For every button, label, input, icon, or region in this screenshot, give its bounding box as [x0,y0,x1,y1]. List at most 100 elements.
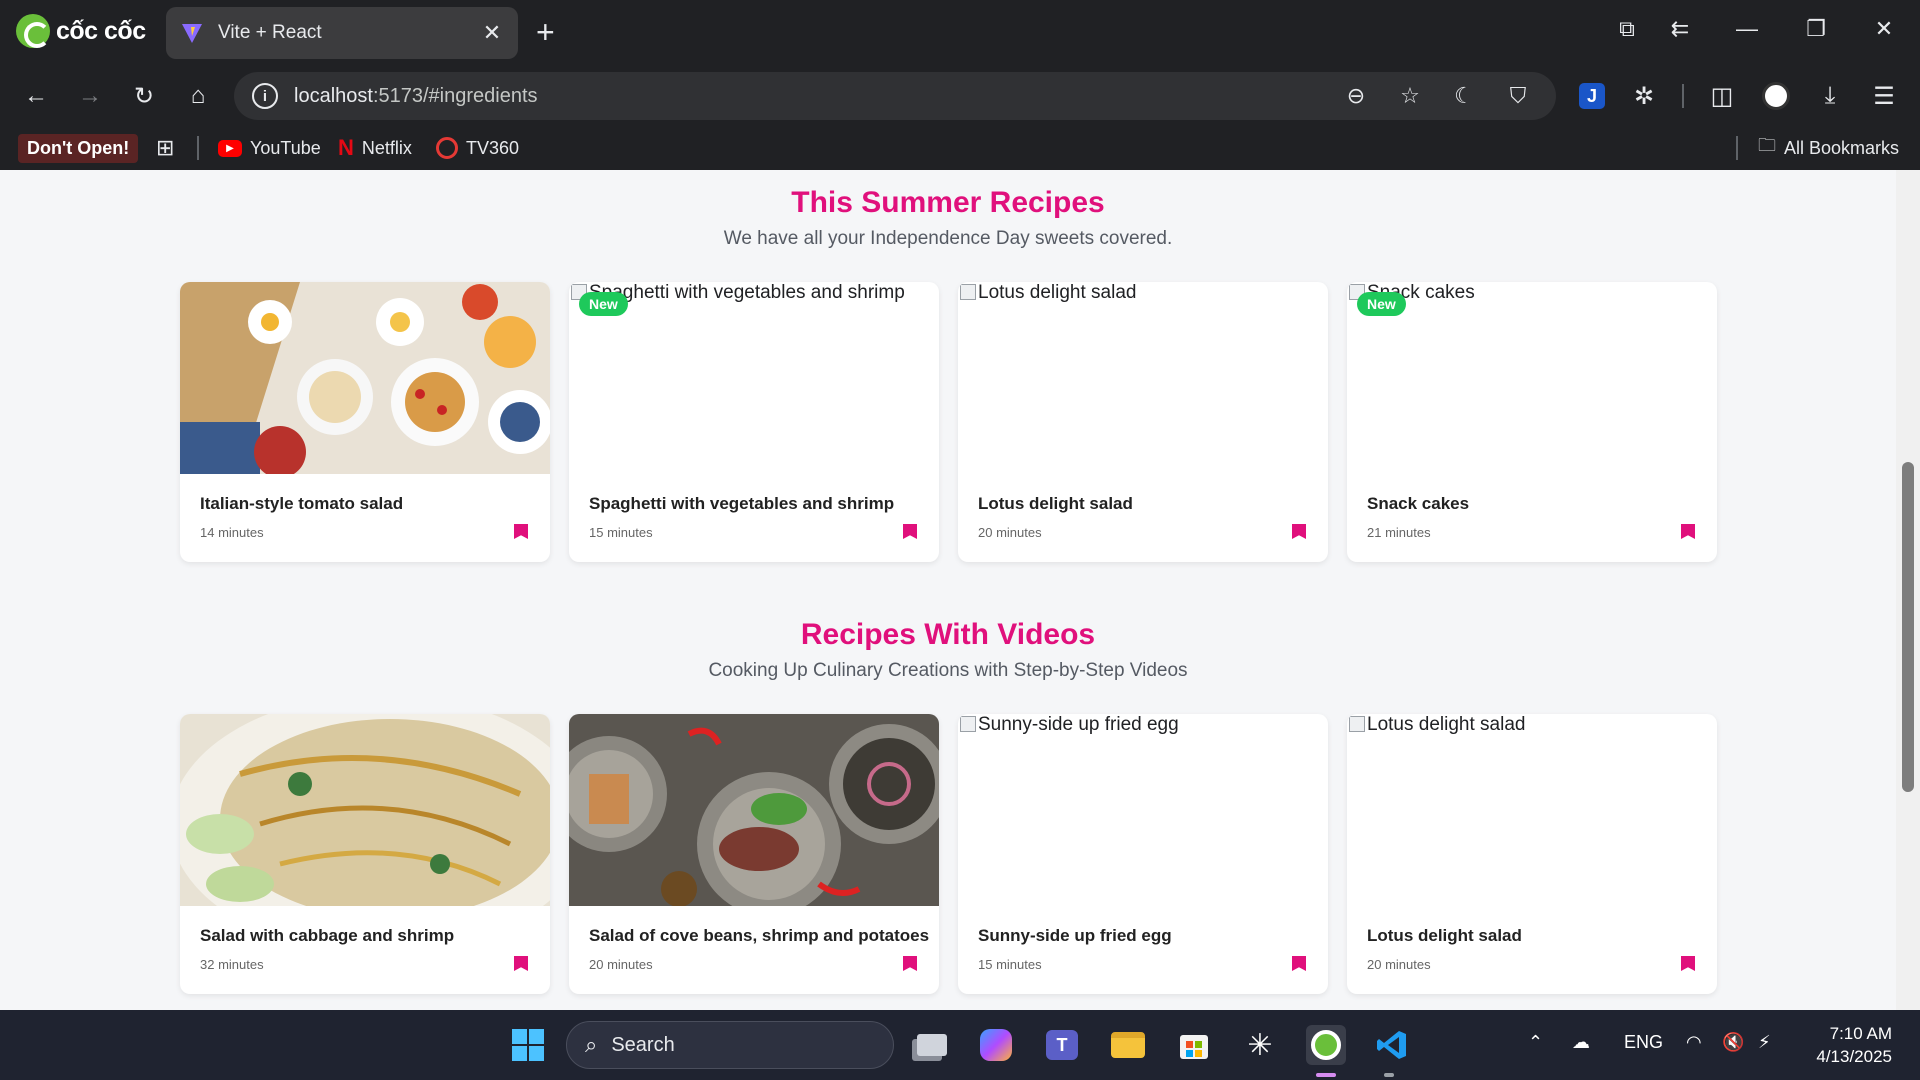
download-icon[interactable]: ⤓ [1812,78,1848,114]
taskbar-search[interactable]: ⌕ Search [566,1021,894,1069]
copilot-icon[interactable] [976,1025,1016,1065]
show-hidden-icons-icon[interactable]: ⌃ [1528,1032,1543,1053]
bookmark-icon[interactable] [514,524,528,539]
recipe-name: Lotus delight salad [1367,926,1522,945]
minimize-button[interactable]: — [1729,16,1765,42]
videos-section-title: Recipes With Videos [800,618,1096,651]
all-bookmarks-button[interactable]: 🗀 All Bookmarks [1758,134,1899,162]
recipe-time: 14 minutes [200,525,264,540]
recipe-card[interactable]: Spaghetti with vegetables and shrimp New… [569,282,939,562]
search-icon: ⌕ [585,1032,598,1057]
zoom-out-icon[interactable]: ⊖ [1336,76,1376,116]
summer-section-title: This Summer Recipes [791,186,1105,219]
recipe-time: 20 minutes [978,525,1042,540]
teams-icon[interactable]: T [1042,1025,1082,1065]
bookmark-icon[interactable] [1292,524,1306,539]
taskbar-clock[interactable]: 7:10 AM 4/13/2025 [1816,1022,1892,1068]
bookmark-youtube[interactable]: ▶ YouTube [218,134,321,162]
shield-icon[interactable]: ⛉ [1498,76,1538,116]
running-app-indicator [1384,1073,1394,1077]
home-button[interactable]: ⌂ [180,78,216,114]
restore-button[interactable]: ❐ [1798,16,1834,42]
microsoft-store-icon[interactable] [1174,1025,1214,1065]
bookmark-icon[interactable] [1292,956,1306,971]
bookmark-label: Netflix [361,137,412,158]
all-bookmarks-label: All Bookmarks [1784,137,1900,158]
broken-image-alt: Lotus delight salad [958,282,1136,304]
bookmark-tv360[interactable]: TV360 [436,134,519,162]
bookmark-icon[interactable] [1681,524,1695,539]
close-tab-icon[interactable]: ✕ [480,20,504,46]
windows-taskbar: ⌕ Search T ✳ ⌃ ☁ ENG ◠ 🔇 ⚡ 7:10 AM 4/13/… [0,1010,1920,1080]
menu-icon[interactable]: ☰ [1866,78,1902,114]
bookmark-divider [1736,136,1738,160]
bookmark-dont-open[interactable]: Don't Open! [18,133,139,163]
broken-image-icon [960,716,976,732]
recipe-card[interactable]: Lotus delight salad Lotus delight salad … [958,282,1328,562]
bookmark-icon[interactable] [514,956,528,971]
bookmark-icon[interactable] [903,524,917,539]
broken-image-alt: Sunny-side up fried egg [958,714,1179,736]
broken-image-icon [1349,716,1365,732]
page-scrollbar[interactable] [1896,170,1920,1010]
extension-j-icon[interactable]: J [1574,78,1610,114]
recipe-card[interactable]: Salad with cabbage and shrimp 32 minutes [180,714,550,994]
tab-search-icon[interactable]: ⧉ [1609,16,1645,42]
coccoc-taskbar-icon[interactable] [1306,1025,1346,1065]
windows-start-icon[interactable] [508,1025,548,1065]
dark-mode-moon-icon[interactable]: ☾ [1444,76,1484,116]
task-view-icon[interactable] [912,1025,952,1065]
recipe-card[interactable]: Snack cakes New Snack cakes 21 minutes [1347,282,1717,562]
clock-date: 4/13/2025 [1816,1047,1892,1066]
bookmark-icon[interactable] [1681,956,1695,971]
back-forward-cache-icon[interactable]: ⇇ [1662,16,1698,42]
clock-time: 7:10 AM [1829,1024,1892,1043]
address-bar[interactable]: i localhost:5173/#ingredients ⊖ ☆ ☾ ⛉ [234,72,1556,120]
recipe-time: 15 minutes [978,957,1042,972]
vscode-icon[interactable] [1372,1025,1412,1065]
netflix-icon: N [338,135,354,160]
volume-muted-icon[interactable]: 🔇 [1722,1032,1744,1053]
site-info-icon[interactable]: i [252,83,278,109]
recipe-time: 20 minutes [1367,957,1431,972]
wifi-icon[interactable]: ◠ [1686,1032,1702,1053]
language-indicator[interactable]: ENG [1624,1032,1663,1053]
bookmark-label: Don't Open! [18,133,139,163]
scrollbar-thumb[interactable] [1902,462,1914,792]
recipe-card[interactable]: Lotus delight salad Lotus delight salad … [1347,714,1717,994]
close-window-button[interactable]: ✕ [1866,16,1902,42]
reload-button[interactable]: ↻ [126,78,162,114]
tv360-icon [436,137,458,159]
bookmarks-bar: Don't Open! ⊞ ▶ YouTube N Netflix TV360 … [0,126,1920,170]
sparkle-app-icon[interactable]: ✳ [1240,1025,1280,1065]
battery-charging-icon[interactable]: ⚡ [1758,1032,1771,1053]
new-badge: New [579,292,628,316]
recipe-name: Snack cakes [1367,494,1470,513]
side-panel-icon[interactable]: ◫ [1704,78,1740,114]
vscode-logo-icon [1377,1031,1406,1059]
tab-active[interactable]: Vite + React ✕ [166,7,518,59]
folder-icon: 🗀 [1758,135,1776,155]
browser-brand[interactable]: cốc cốc [16,14,146,48]
extensions-puzzle-icon[interactable]: ✲ [1626,78,1662,114]
file-explorer-icon[interactable] [1108,1025,1148,1065]
apps-grid-icon[interactable]: ⊞ [156,134,174,162]
broken-image-icon [960,284,976,300]
back-button[interactable]: ← [18,78,54,114]
active-app-indicator [1316,1073,1336,1077]
new-tab-button[interactable]: + [536,14,555,50]
recipe-image [180,714,550,906]
url-path: :5173/#ingredients [372,84,538,107]
star-icon[interactable]: ☆ [1390,76,1430,116]
toolbar-divider [1682,84,1684,108]
navigation-bar: ← → ↻ ⌂ i localhost:5173/#ingredients ⊖ … [0,66,1920,126]
bookmark-netflix[interactable]: N Netflix [338,134,412,162]
forward-button[interactable]: → [72,78,108,114]
recipe-card[interactable]: Salad of cove beans, shrimp and potatoes… [569,714,939,994]
bookmark-icon[interactable] [903,956,917,971]
onedrive-icon[interactable]: ☁ [1572,1032,1590,1053]
profile-avatar[interactable] [1758,78,1794,114]
recipe-card[interactable]: Italian-style tomato salad 14 minutes [180,282,550,562]
url-text[interactable]: localhost:5173/#ingredients [294,85,1322,108]
recipe-card[interactable]: Sunny-side up fried egg Sunny-side up fr… [958,714,1328,994]
